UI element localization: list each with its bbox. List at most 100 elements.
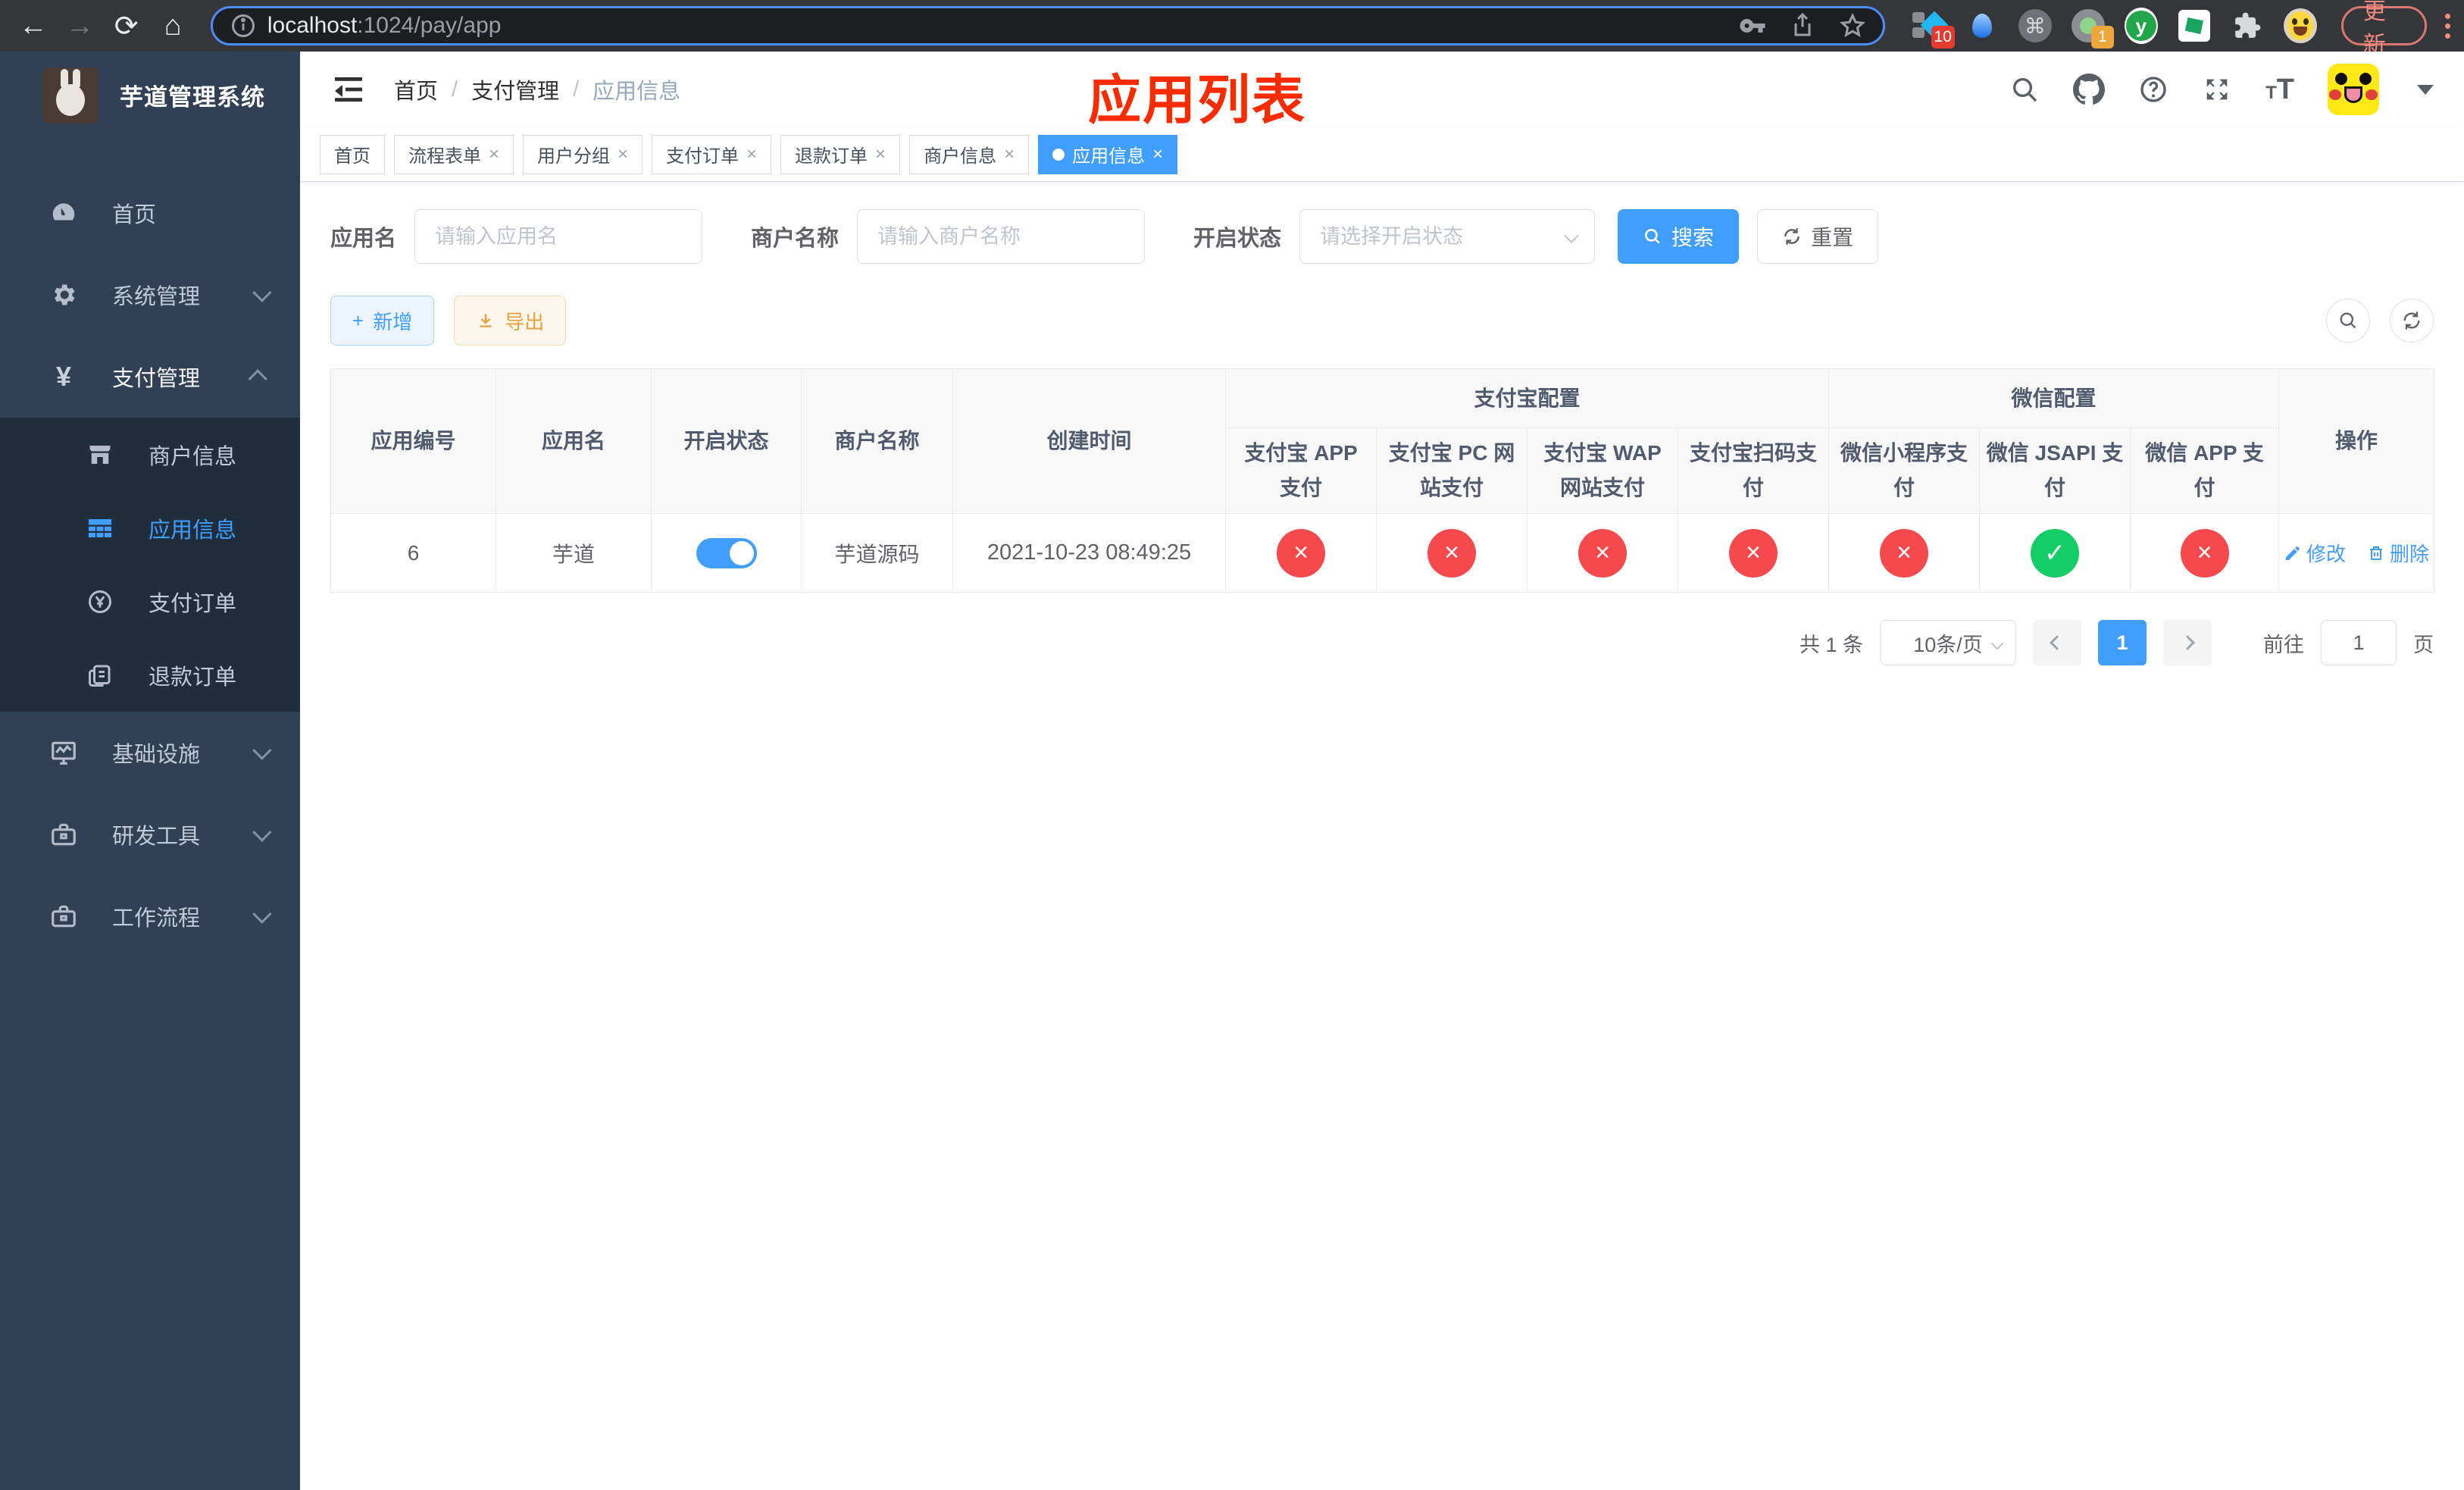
extensions-row: 10 ⌘ 1 y [1912, 8, 2317, 49]
status-label: 开启状态 [1193, 227, 1282, 251]
tab-merchant-info[interactable]: 商户信息 × [909, 134, 1030, 174]
toggle-search-button[interactable] [2326, 299, 2370, 343]
extensions-puzzle-icon[interactable] [2231, 9, 2264, 42]
browser-home-button[interactable]: ⌂ [153, 5, 192, 47]
goto-suffix: 页 [2413, 633, 2434, 656]
col-wechat-app: 微信 APP 支付 [2130, 427, 2280, 514]
chevron-down-icon [1990, 637, 2004, 650]
chevron-down-icon [252, 740, 272, 760]
close-icon[interactable]: × [746, 144, 757, 165]
col-wechat-mini: 微信小程序支付 [1828, 427, 1981, 514]
sidebar-item-refund-order[interactable]: 退款订单 [0, 638, 300, 712]
browser-reload-button[interactable]: ⟳ [107, 5, 145, 47]
app-title: 芋道管理系统 [120, 84, 265, 111]
address-bar[interactable]: localhost:1024/pay/app [210, 6, 1885, 45]
font-size-icon[interactable]: TT [2265, 74, 2294, 106]
export-button[interactable]: 导出 [454, 296, 567, 346]
fullscreen-icon[interactable] [2202, 74, 2232, 105]
extension-command-icon[interactable]: ⌘ [2018, 9, 2052, 42]
profile-avatar[interactable] [2283, 8, 2317, 43]
add-button[interactable]: + 新增 [330, 296, 435, 346]
goto-prefix: 前往 [2263, 633, 2304, 656]
status-select[interactable] [1299, 209, 1596, 264]
page-number-1[interactable]: 1 [2098, 620, 2147, 665]
page-size-select[interactable]: 10条/页 [1880, 620, 2016, 665]
site-info-icon[interactable] [230, 12, 257, 39]
merchant-name-label: 商户名称 [751, 227, 840, 251]
header-search-icon[interactable] [2009, 74, 2040, 105]
extension-balloon-icon[interactable] [1965, 9, 1999, 42]
sidebar-item-merchant-info[interactable]: 商户信息 [0, 418, 300, 491]
col-alipay-wap: 支付宝 WAP 网站支付 [1527, 427, 1678, 514]
plus-icon: + [352, 308, 364, 332]
main-area: 首页 / 支付管理 / 应用信息 应用列表 TT 首页 流程表单 × 用户分组 × … [300, 52, 2464, 1490]
extension-badge: 1 [2090, 26, 2114, 49]
extension-chat-icon[interactable] [2178, 9, 2211, 42]
pagination: 共 1 条 10条/页 1 前往 页 [330, 620, 2434, 665]
enable-toggle[interactable] [696, 537, 757, 568]
delete-link[interactable]: 删除 [2367, 539, 2429, 567]
close-icon[interactable]: × [875, 144, 886, 165]
tab-refund-order[interactable]: 退款订单 × [780, 134, 901, 174]
close-icon[interactable]: × [1152, 144, 1163, 165]
chrome-menu-icon[interactable] [2445, 13, 2451, 39]
sidebar-item-infrastructure[interactable]: 基础设施 [0, 712, 300, 794]
sidebar-logo[interactable]: 芋道管理系统 [0, 52, 300, 139]
chrome-update-button[interactable]: 更新 [2340, 0, 2428, 58]
active-dot [1052, 148, 1065, 161]
documents-icon [85, 662, 115, 689]
cell-app-name: 芋道 [496, 513, 652, 593]
refresh-table-button[interactable] [2390, 299, 2434, 343]
extension-flow-icon[interactable]: 10 [1912, 9, 1955, 49]
cell-app-id: 6 [330, 513, 496, 593]
yen-icon: ¥ [55, 361, 72, 392]
sidebar-fold-icon[interactable] [330, 71, 367, 108]
sidebar-item-pay-order[interactable]: 支付订单 [0, 565, 300, 638]
close-icon[interactable]: × [489, 144, 499, 165]
sidebar-item-workflow[interactable]: 工作流程 [0, 875, 300, 957]
tab-pay-order[interactable]: 支付订单 × [652, 134, 772, 174]
status-badge: × [1880, 528, 1929, 578]
user-avatar[interactable] [2328, 64, 2379, 115]
app-table: 应用编号 应用名 开启状态 商户名称 创建时间 支付宝配置 微信配置 操作 支付… [330, 368, 2435, 593]
bookmark-star-icon[interactable] [1839, 12, 1866, 39]
chevron-left-icon [2050, 635, 2065, 650]
status-badge: × [1729, 528, 1778, 578]
extension-recorder-icon[interactable]: 1 [2071, 9, 2114, 49]
edit-link[interactable]: 修改 [2284, 539, 2346, 567]
sidebar-item-home[interactable]: 首页 [0, 172, 300, 254]
prev-page-button[interactable] [2033, 620, 2081, 665]
breadcrumb-home[interactable]: 首页 [394, 74, 438, 105]
close-icon[interactable]: × [618, 144, 628, 165]
share-icon[interactable] [1789, 12, 1816, 39]
sidebar-item-app-info[interactable]: 应用信息 [0, 491, 300, 565]
sidebar-item-dev-tools[interactable]: 研发工具 [0, 794, 300, 875]
password-key-icon[interactable] [1739, 12, 1766, 39]
next-page-button[interactable] [2163, 620, 2212, 665]
goto-page-input[interactable] [2321, 620, 2397, 665]
breadcrumb-payment[interactable]: 支付管理 [471, 74, 559, 105]
reset-button[interactable]: 重置 [1757, 209, 1879, 264]
app-name-input[interactable] [414, 209, 703, 264]
help-icon[interactable] [2138, 74, 2169, 105]
breadcrumb-current: 应用信息 [593, 80, 681, 104]
sidebar-item-system[interactable]: 系统管理 [0, 254, 300, 336]
status-badge: × [1427, 528, 1476, 578]
page-header: 首页 / 支付管理 / 应用信息 应用列表 TT [300, 52, 2464, 130]
tab-user-group[interactable]: 用户分组 × [523, 134, 643, 174]
browser-back-button[interactable]: ← [14, 5, 52, 47]
extension-y-icon[interactable]: y [2124, 8, 2158, 44]
tab-app-info[interactable]: 应用信息 × [1038, 134, 1178, 174]
search-button[interactable]: 搜索 [1618, 209, 1740, 264]
github-icon[interactable] [2073, 74, 2106, 105]
toolbox-icon [48, 902, 79, 931]
tab-flow-form[interactable]: 流程表单 × [394, 134, 514, 174]
browser-forward-button[interactable]: → [60, 5, 98, 47]
merchant-name-input[interactable] [857, 209, 1146, 264]
avatar-caret-icon[interactable] [2417, 84, 2434, 95]
filter-form: 应用名 商户名称 开启状态 搜索 重置 [330, 209, 2434, 264]
sidebar-item-payment[interactable]: ¥ 支付管理 [0, 336, 300, 418]
tab-home[interactable]: 首页 [320, 134, 385, 174]
screenshot-root: ← → ⟳ ⌂ localhost:1024/pay/app 10 ⌘ 1 y … [0, 0, 2464, 1490]
close-icon[interactable]: × [1004, 144, 1015, 165]
